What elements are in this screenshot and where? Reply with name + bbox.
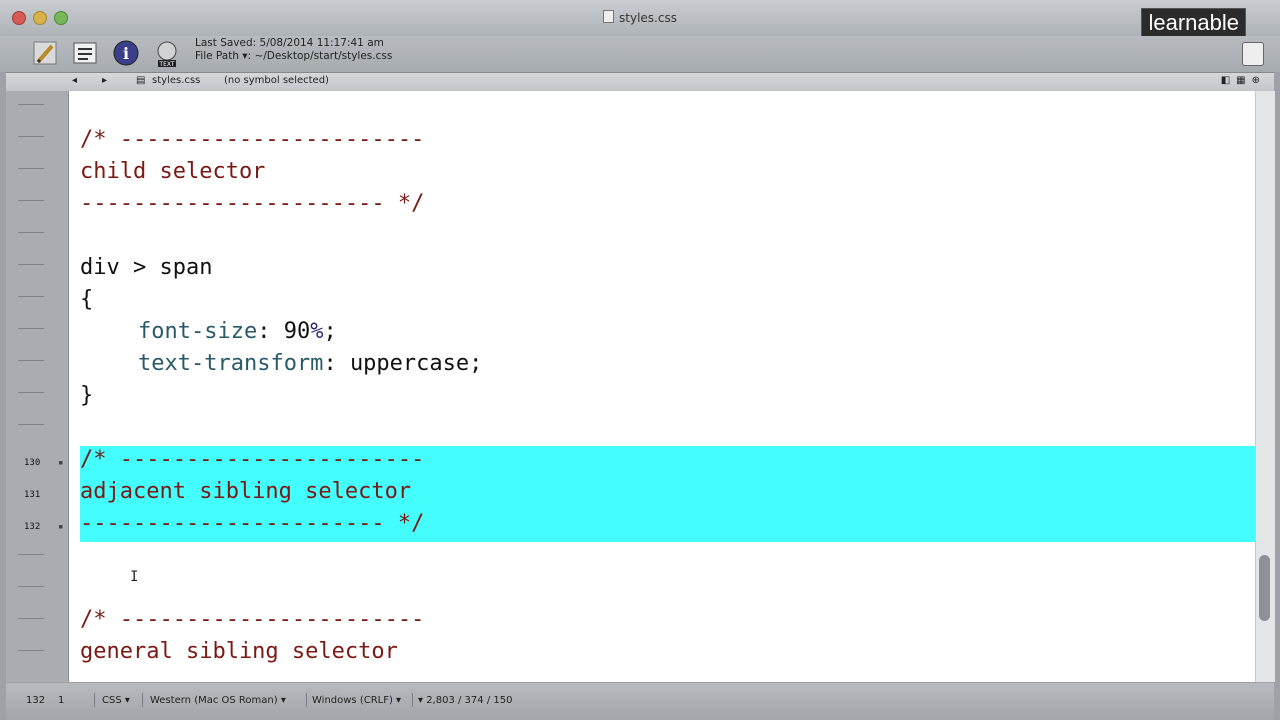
document-toolbar-icon[interactable] bbox=[70, 38, 100, 68]
code-editor[interactable]: /* ----------------------- child selecto… bbox=[69, 91, 1255, 682]
code-line: ----------------------- */ bbox=[80, 511, 425, 536]
code-line: general sibling selector bbox=[80, 639, 398, 664]
file-menu-icon[interactable]: ▤ bbox=[136, 75, 145, 86]
code-line: div > span bbox=[80, 255, 213, 280]
gutter-tick bbox=[18, 554, 44, 555]
status-separator bbox=[142, 693, 143, 707]
gutter-line-130: 130 ▪ bbox=[24, 458, 64, 468]
title-bar: styles.css learnable bbox=[0, 0, 1280, 40]
code-line: text-transform: uppercase; bbox=[138, 351, 483, 376]
encoding-popup[interactable]: Western (Mac OS Roman) ▾ bbox=[150, 695, 286, 706]
line-number-status[interactable]: 132 bbox=[26, 695, 45, 706]
gutter-line-132: 132 ▪ bbox=[24, 522, 64, 532]
sidebar-toggle-icon[interactable] bbox=[1242, 42, 1264, 66]
document-icon bbox=[603, 10, 615, 23]
fold-marker-icon[interactable]: ▪ bbox=[58, 522, 63, 532]
gutter-tick bbox=[18, 650, 44, 651]
code-line: /* ----------------------- bbox=[80, 607, 425, 632]
svg-text:i: i bbox=[123, 44, 129, 63]
gutter-tick bbox=[18, 232, 44, 233]
gutter-tick bbox=[18, 200, 44, 201]
vertical-scrollbar[interactable] bbox=[1255, 91, 1275, 682]
svg-text:TEXT: TEXT bbox=[158, 61, 174, 68]
gutter-tick bbox=[18, 264, 44, 265]
back-button[interactable]: ◂ bbox=[72, 75, 77, 86]
status-bar: 132 1 CSS ▾ Western (Mac OS Roman) ▾ Win… bbox=[6, 683, 1274, 720]
gutter-line bbox=[6, 91, 68, 123]
symbol-popup[interactable]: (no symbol selected) bbox=[224, 75, 329, 86]
text-cursor-icon: I bbox=[130, 569, 139, 585]
navigation-bar: ◂ ▸ ▤ styles.css (no symbol selected) ◧▦… bbox=[6, 72, 1274, 92]
column-number-status[interactable]: 1 bbox=[58, 695, 64, 706]
status-separator bbox=[306, 693, 307, 707]
code-line: child selector bbox=[80, 159, 266, 184]
last-saved-text: Last Saved: 5/08/2014 11:17:41 am bbox=[195, 37, 384, 49]
navbar-right-icons[interactable]: ◧▦⊕ bbox=[1221, 75, 1266, 86]
fold-marker-icon[interactable]: ▪ bbox=[58, 458, 63, 468]
gutter-tick bbox=[18, 104, 44, 105]
code-line: /* ----------------------- bbox=[80, 447, 425, 472]
code-line: { bbox=[80, 287, 94, 312]
gutter-tick bbox=[18, 360, 44, 361]
document-stats[interactable]: ▾ 2,803 / 374 / 150 bbox=[418, 695, 512, 706]
pencil-icon[interactable] bbox=[30, 38, 60, 68]
text-options-icon[interactable]: TEXT bbox=[152, 38, 182, 68]
forward-button[interactable]: ▸ bbox=[102, 75, 107, 86]
gutter-tick bbox=[18, 618, 44, 619]
file-path-menu[interactable]: File Path ▾: ~/Desktop/start/styles.css bbox=[195, 50, 392, 63]
gutter-tick bbox=[18, 296, 44, 297]
gutter-tick bbox=[18, 136, 44, 137]
code-line: ----------------------- */ bbox=[80, 191, 425, 216]
gutter-line-131: 131 bbox=[24, 490, 41, 500]
status-separator bbox=[94, 693, 95, 707]
code-line: /* ----------------------- bbox=[80, 127, 425, 152]
language-popup[interactable]: CSS ▾ bbox=[102, 695, 130, 706]
status-separator bbox=[412, 693, 413, 707]
gutter-tick bbox=[18, 586, 44, 587]
toolbar: i TEXT Last Saved: 5/08/2014 11:17:41 am… bbox=[0, 36, 1280, 72]
file-popup[interactable]: styles.css bbox=[152, 75, 200, 86]
line-endings-popup[interactable]: Windows (CRLF) ▾ bbox=[312, 695, 401, 706]
gutter-tick bbox=[18, 424, 44, 425]
save-info: Last Saved: 5/08/2014 11:17:41 am File P… bbox=[195, 37, 392, 63]
scrollbar-thumb[interactable] bbox=[1259, 555, 1270, 621]
line-number-gutter: 130 ▪ 131 132 ▪ bbox=[6, 91, 69, 682]
gutter-tick bbox=[18, 168, 44, 169]
code-line: adjacent sibling selector bbox=[80, 479, 412, 504]
code-line: } bbox=[80, 383, 94, 408]
window-title: styles.css bbox=[0, 10, 1280, 25]
info-icon[interactable]: i bbox=[111, 38, 141, 68]
gutter-tick bbox=[18, 392, 44, 393]
code-line: font-size: 90%; bbox=[138, 319, 337, 344]
gutter-tick bbox=[18, 328, 44, 329]
